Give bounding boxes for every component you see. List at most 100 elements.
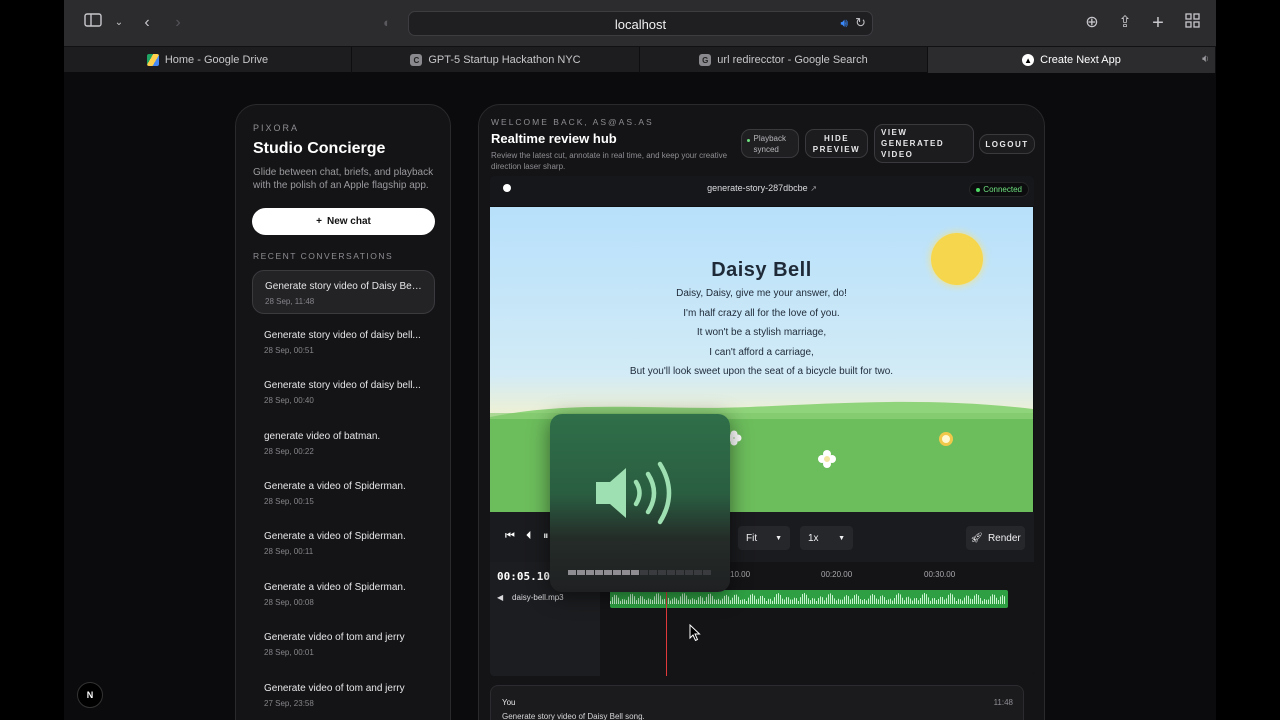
conversation-item[interactable]: Generate a video of Spiderman. 28 Sep, 0… [252, 572, 435, 616]
conversation-item[interactable]: Generate a video of Spiderman. 28 Sep, 0… [252, 471, 435, 515]
lyric-line: I'm half crazy all for the love of you. [683, 307, 840, 319]
conversation-title: Generate story video of Daisy Bel... [265, 281, 422, 292]
waveform-bar [792, 599, 793, 604]
reload-icon[interactable]: ↻ [855, 15, 866, 31]
waveform-bar [954, 597, 955, 604]
volume-segment [586, 570, 594, 575]
tab-overview-icon[interactable] [1181, 13, 1203, 33]
waveform-bar [884, 597, 885, 604]
audio-track-clip[interactable] [610, 590, 1008, 608]
waveform-bar [690, 599, 691, 604]
skip-to-start-icon[interactable]: ⏮︎ [505, 530, 515, 543]
waveform-bar [768, 598, 769, 604]
waveform-bar [898, 593, 899, 604]
address-bar[interactable]: localhost 🔊︎ ↻ [408, 11, 873, 36]
waveform-bar [878, 599, 879, 604]
waveform-bar [910, 598, 911, 604]
conversation-date: 28 Sep, 11:48 [265, 297, 315, 306]
logout-button[interactable]: LOGOUT [979, 134, 1035, 154]
timeline-tick: 00:30.00 [924, 570, 956, 579]
speed-select-value: 1x [808, 532, 819, 544]
waveform-bar [824, 600, 825, 604]
rocket-icon: 🚀︎ [970, 532, 983, 544]
hide-preview-button[interactable]: HIDE PREVIEW [805, 129, 868, 158]
waveform-bar [726, 594, 727, 604]
waveform-bar [682, 593, 683, 604]
waveform-bar [798, 600, 799, 604]
waveform-bar [770, 598, 771, 604]
lyric-line: Daisy, Daisy, give me your answer, do! [676, 288, 847, 299]
pause-icon[interactable]: ⏸︎ [543, 530, 549, 543]
waveform-bar [732, 597, 733, 604]
tab-audio-icon[interactable]: 🔉︎ [1202, 53, 1209, 66]
waveform-bar [996, 597, 997, 604]
waveform-bar [654, 596, 655, 604]
render-button[interactable]: 🚀︎ Render [966, 526, 1025, 550]
waveform-bar [894, 598, 895, 604]
waveform-bar [862, 600, 863, 604]
waveform-bar [804, 593, 805, 604]
conversation-item[interactable]: Generate video of tom and jerry 28 Sep, … [252, 622, 435, 666]
waveform-bar [908, 596, 909, 604]
forward-icon[interactable]: › [167, 13, 189, 33]
new-tab-icon[interactable]: + [1147, 13, 1169, 33]
sidebar-toggle-icon[interactable] [82, 13, 104, 33]
tab-bar: Home - Google Drive C GPT-5 Startup Hack… [64, 46, 1216, 73]
waveform-bar [762, 595, 763, 604]
waveform-bar [924, 593, 925, 604]
waveform-bar [952, 594, 953, 604]
waveform-bar [648, 598, 649, 604]
share-icon[interactable]: ⇪ [1114, 13, 1136, 33]
conversation-title: Generate story video of daisy bell... [264, 380, 421, 391]
waveform-bar [758, 598, 759, 604]
waveform-bar [872, 594, 873, 604]
waveform-bar [800, 597, 801, 604]
download-icon[interactable]: ⊕ [1081, 13, 1103, 33]
waveform-bar [844, 596, 845, 604]
back-icon[interactable]: ‹ [136, 13, 158, 33]
view-generated-video-button[interactable]: VIEW GENERATED VIDEO [874, 124, 974, 163]
waveform-bar [624, 599, 625, 604]
waveform-bar [820, 596, 821, 604]
waveform-bar [662, 599, 663, 604]
nextjs-dev-badge[interactable]: N [77, 682, 103, 708]
conversation-item[interactable]: Generate a video of Spiderman. 28 Sep, 0… [252, 521, 435, 565]
tab-google-drive[interactable]: Home - Google Drive [64, 47, 352, 73]
tab-create-next-app[interactable]: ▲ Create Next App 🔉︎ [928, 47, 1216, 73]
waveform-bar [728, 596, 729, 604]
conversation-item[interactable]: Generate story video of Daisy Bel... 28 … [252, 270, 435, 314]
chevron-down-icon[interactable]: ⌄ [108, 13, 130, 33]
tab-hackathon[interactable]: C GPT-5 Startup Hackathon NYC [352, 47, 640, 73]
tab-google-search[interactable]: G url redirecctor - Google Search [640, 47, 928, 73]
fit-select[interactable]: Fit ▼ [738, 526, 790, 550]
new-chat-button[interactable]: + New chat [252, 208, 435, 235]
conversation-item[interactable]: Generate story video of daisy bell... 28… [252, 370, 435, 414]
waveform-bar [638, 598, 639, 604]
conversation-date: 28 Sep, 00:40 [264, 396, 314, 405]
speaker-icon[interactable]: ◀︎ [497, 593, 503, 602]
external-link-icon[interactable]: ↗ [810, 184, 817, 193]
waveform-bar [916, 598, 917, 604]
waveform-bar [986, 599, 987, 604]
waveform-bar [626, 600, 627, 604]
song-title: Daisy Bell [711, 259, 812, 281]
waveform-bar [858, 595, 859, 604]
playhead[interactable] [666, 582, 667, 676]
waveform-bar [780, 594, 781, 604]
google-drive-icon [146, 54, 159, 66]
waveform-bar [932, 598, 933, 604]
waveform-bar [960, 599, 961, 604]
waveform-bar [956, 600, 957, 604]
step-back-icon[interactable]: ⏴︎ [526, 530, 532, 543]
speed-select[interactable]: 1x ▼ [800, 526, 853, 550]
waveform-bar [698, 597, 699, 604]
conversation-item[interactable]: generate video of batman. 28 Sep, 00:22 [252, 421, 435, 465]
conversation-item[interactable]: Generate video of tom and jerry 27 Sep, … [252, 673, 435, 717]
speaker-icon[interactable]: 🔊︎ [840, 16, 848, 31]
conversation-item[interactable]: Generate story video of daisy bell... 28… [252, 320, 435, 364]
fit-select-value: Fit [746, 532, 758, 544]
waveform-bar [874, 595, 875, 604]
waveform-bar [802, 593, 803, 604]
privacy-shield-icon[interactable]: ◐ [376, 13, 398, 33]
player-file-name[interactable]: generate-story-287dbcbe ↗ [490, 183, 1034, 193]
